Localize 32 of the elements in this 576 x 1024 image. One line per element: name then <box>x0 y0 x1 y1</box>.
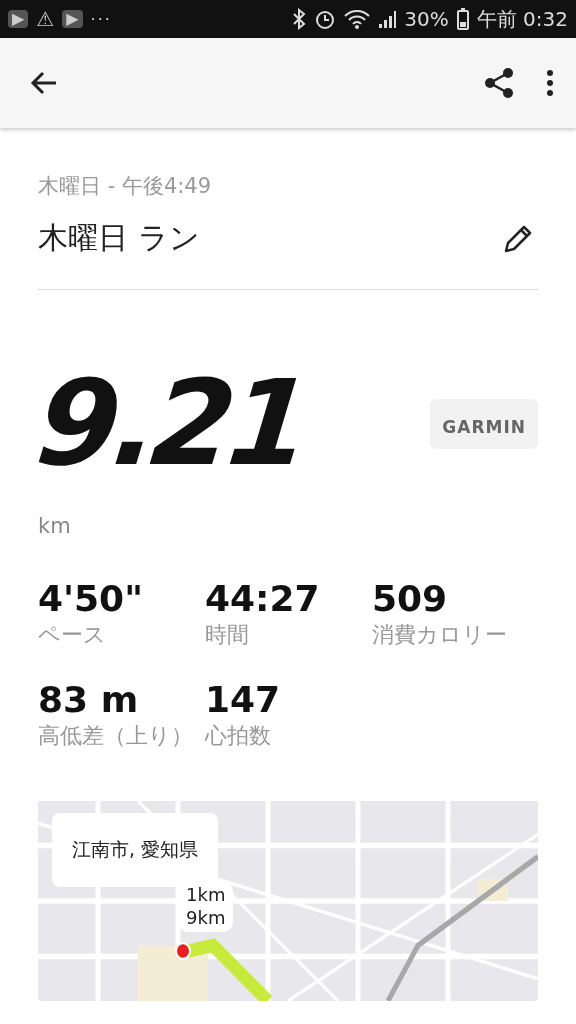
route-map[interactable]: 江南市, 愛知県 1km 9km <box>38 801 538 1002</box>
activity-date: 木曜日 - 午後4:49 <box>38 173 213 200</box>
wifi-icon <box>344 9 371 29</box>
distance-marker: 9km <box>186 906 226 930</box>
battery-percent: 30% <box>404 7 449 31</box>
back-arrow-icon <box>30 69 58 97</box>
notification-icon: ⚠ <box>36 7 55 31</box>
bluetooth-icon <box>292 8 307 30</box>
alarm-icon <box>314 8 337 30</box>
stat-value: 44:27 <box>205 577 321 619</box>
activity-title: 木曜日 ラン <box>38 219 201 257</box>
notification-icon: ▶ <box>8 10 29 28</box>
stat-label: 心拍数 <box>205 722 272 751</box>
stat-label: 時間 <box>205 620 250 649</box>
share-icon <box>484 67 514 99</box>
stat-value: 147 <box>205 679 282 721</box>
distance-unit: km <box>38 513 72 538</box>
notification-icon: ▶ <box>62 10 83 28</box>
battery-icon <box>456 8 469 30</box>
stat-value: 4'50" <box>38 577 144 619</box>
stat-value: 83 m <box>38 679 140 721</box>
location-label: 江南市, 愛知県 <box>52 813 219 888</box>
source-logo: GARMIN <box>430 398 538 449</box>
stat-value: 509 <box>372 577 449 619</box>
more-vertical-icon <box>546 69 554 97</box>
distance-value: 9.21 <box>31 362 314 486</box>
stat-label: 高低差（上り） <box>38 722 194 751</box>
stat-label: ペース <box>38 620 107 649</box>
more-notifications: ··· <box>90 9 112 29</box>
signal-icon <box>378 9 397 29</box>
clock: 午前 0:32 <box>476 5 568 33</box>
stat-label: 消費カロリー <box>372 620 508 649</box>
